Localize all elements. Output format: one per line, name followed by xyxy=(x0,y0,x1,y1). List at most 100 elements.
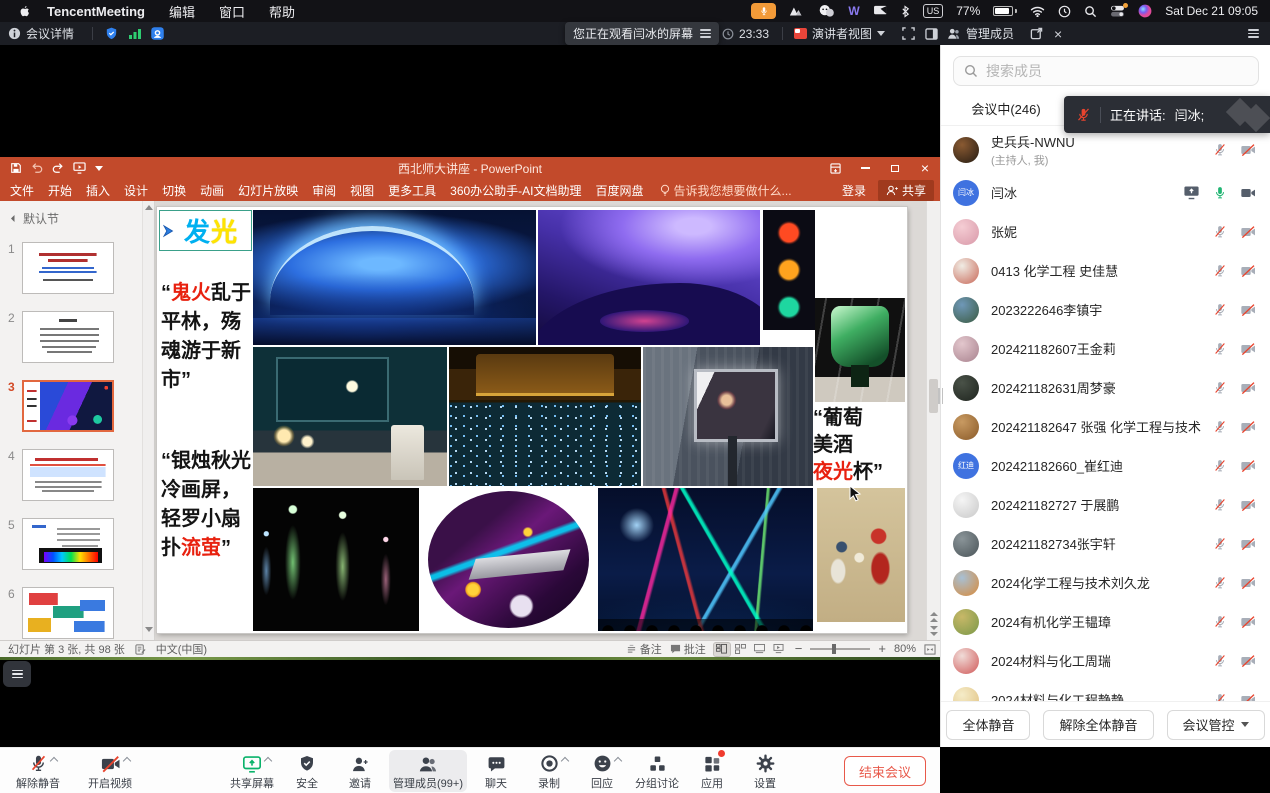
mic-status-icon[interactable] xyxy=(1211,574,1228,591)
slideshow-view-button[interactable] xyxy=(771,643,787,656)
thumbnail-scrollbar[interactable] xyxy=(142,201,154,640)
slide-thumbnail[interactable]: 2 xyxy=(0,311,154,365)
camera-status-icon[interactable] xyxy=(1239,691,1256,701)
more-lines-icon[interactable] xyxy=(700,27,711,40)
end-meeting-button[interactable]: 结束会议 xyxy=(844,756,926,786)
camera-status-icon[interactable] xyxy=(1239,496,1256,513)
mic-status-icon[interactable] xyxy=(1211,457,1228,474)
normal-view-button[interactable] xyxy=(714,643,730,656)
manage-members-topbar[interactable]: 管理成员 xyxy=(947,22,1014,45)
input-source-badge[interactable]: US xyxy=(923,4,944,18)
display-icon[interactable] xyxy=(873,3,888,19)
camera-app-icon[interactable] xyxy=(150,22,165,45)
member-row[interactable]: 红迪 202421182660_崔红迪 xyxy=(941,446,1270,485)
zoom-in-button[interactable]: + xyxy=(878,644,886,654)
microphone-in-use-icon[interactable] xyxy=(751,3,776,19)
member-row[interactable]: 2024有机化学王韫璋 xyxy=(941,602,1270,641)
ppt-menu-4[interactable]: 切换 xyxy=(162,182,186,199)
wifi-icon[interactable] xyxy=(1030,3,1045,19)
next-slide-button[interactable] xyxy=(927,624,940,638)
redo-icon[interactable] xyxy=(52,162,64,174)
minimize-button[interactable] xyxy=(850,157,880,179)
ppt-menu-5[interactable]: 动画 xyxy=(200,182,224,199)
mic-status-icon[interactable] xyxy=(1211,418,1228,435)
panel-footer-button-0[interactable]: 全体静音 xyxy=(946,710,1030,740)
save-ic[interactable] xyxy=(10,162,22,174)
control-center-icon[interactable] xyxy=(1110,3,1125,19)
tell-me-box[interactable]: 告诉我您想要做什么... xyxy=(660,182,792,199)
mic-status-icon[interactable] xyxy=(1211,691,1228,701)
panel-menu-icon[interactable] xyxy=(1248,22,1259,45)
camera-status-icon[interactable] xyxy=(1239,223,1256,240)
ppt-menu-6[interactable]: 幻灯片放映 xyxy=(238,182,298,199)
meeting-details[interactable]: 会议详情 xyxy=(8,22,74,45)
close-window-button[interactable]: × xyxy=(910,157,940,179)
reading-view-button[interactable] xyxy=(752,643,768,656)
member-search-box[interactable] xyxy=(953,56,1259,86)
zoom-out-button[interactable]: − xyxy=(795,644,803,654)
toolbar-react[interactable]: 回应 xyxy=(578,750,626,792)
view-mode-switcher[interactable]: 演讲者视图 xyxy=(794,22,885,45)
member-row[interactable]: 史兵兵-NWNU(主持人, 我) xyxy=(941,126,1270,173)
previous-slide-button[interactable] xyxy=(927,610,940,624)
mic-status-icon[interactable] xyxy=(1211,652,1228,669)
menubar-clock[interactable]: Sat Dec 21 09:05 xyxy=(1165,4,1258,18)
mic-status-icon[interactable] xyxy=(1211,340,1228,357)
camera-status-icon[interactable] xyxy=(1239,301,1256,318)
maximize-button[interactable] xyxy=(880,157,910,179)
mic-status-icon[interactable] xyxy=(1211,301,1228,318)
mic-status-icon[interactable] xyxy=(1211,141,1228,158)
toolbar-share-screen[interactable]: 共享屏幕 xyxy=(226,750,278,792)
toolbar-record[interactable]: 录制 xyxy=(525,750,573,792)
mic-status-icon[interactable] xyxy=(1211,535,1228,552)
ppt-menu-9[interactable]: 更多工具 xyxy=(388,182,436,199)
toolbar-mic-off[interactable]: 解除静音 xyxy=(12,750,64,792)
proofing-icon[interactable] xyxy=(135,644,146,655)
member-row[interactable]: 202421182727 于展鹏 xyxy=(941,485,1270,524)
menubar-menu-1[interactable]: 窗口 xyxy=(219,2,245,21)
w-app-icon[interactable]: W xyxy=(848,3,859,19)
ppt-menu-10[interactable]: 360办公助手-AI文档助理 xyxy=(450,182,581,199)
screen-mirroring-icon[interactable] xyxy=(789,3,805,19)
member-row[interactable]: 202421182607王金莉 xyxy=(941,329,1270,368)
language-indicator[interactable]: 中文(中国) xyxy=(156,641,207,657)
chevron-up-icon[interactable] xyxy=(613,756,621,764)
annotation-toolbar-button[interactable] xyxy=(3,661,31,687)
scrollbar-thumb[interactable] xyxy=(929,379,938,413)
camera-status-icon[interactable] xyxy=(1239,340,1256,357)
mic-status-icon[interactable] xyxy=(1211,223,1228,240)
toolbar-chat[interactable]: 聊天 xyxy=(472,750,520,792)
ppt-menu-8[interactable]: 视图 xyxy=(350,182,374,199)
share-button[interactable]: 共享 xyxy=(878,180,934,201)
side-panel-icon[interactable] xyxy=(925,22,938,45)
apple-logo-icon[interactable] xyxy=(18,4,31,19)
camera-status-icon[interactable] xyxy=(1239,141,1256,158)
toolbar-cam-off[interactable]: 开启视频 xyxy=(84,750,136,792)
menubar-app-name[interactable]: TencentMeeting xyxy=(47,4,145,19)
slide-thumbnail[interactable]: 5 xyxy=(0,518,154,572)
member-row[interactable]: 2024化学工程与技术刘久龙 xyxy=(941,563,1270,602)
ppt-menu-2[interactable]: 插入 xyxy=(86,182,110,199)
toolbar-settings[interactable]: 设置 xyxy=(741,750,789,792)
ribbon-options-icon[interactable] xyxy=(820,157,850,179)
security-shield-icon[interactable] xyxy=(104,22,119,45)
mic-status-icon[interactable] xyxy=(1211,613,1228,630)
zoom-slider[interactable] xyxy=(810,648,870,650)
camera-status-icon[interactable] xyxy=(1239,262,1256,279)
member-row[interactable]: 2024材料与化工周瑞 xyxy=(941,641,1270,680)
ppt-menu-1[interactable]: 开始 xyxy=(48,182,72,199)
mic-status-icon[interactable] xyxy=(1211,496,1228,513)
popout-panel-icon[interactable] xyxy=(1030,22,1043,45)
toolbar-members[interactable]: 管理成员(99+) xyxy=(389,750,467,792)
chevron-up-icon[interactable] xyxy=(122,756,130,764)
section-header[interactable]: 默认节 xyxy=(12,210,154,227)
panel-footer-button-2[interactable]: 会议管控 xyxy=(1167,710,1265,740)
toolbar-invite[interactable]: 邀请 xyxy=(336,750,384,792)
zoom-slider-thumb[interactable] xyxy=(832,644,836,654)
comments-toggle[interactable]: 批注 xyxy=(670,641,706,657)
panel-footer-button-1[interactable]: 解除全体静音 xyxy=(1043,710,1153,740)
member-row[interactable]: 2024材料与化工程静静 xyxy=(941,680,1270,701)
siri-icon[interactable] xyxy=(1138,3,1152,19)
slide-thumbnail[interactable]: 4 xyxy=(0,449,154,503)
toolbar-shield[interactable]: 安全 xyxy=(283,750,331,792)
